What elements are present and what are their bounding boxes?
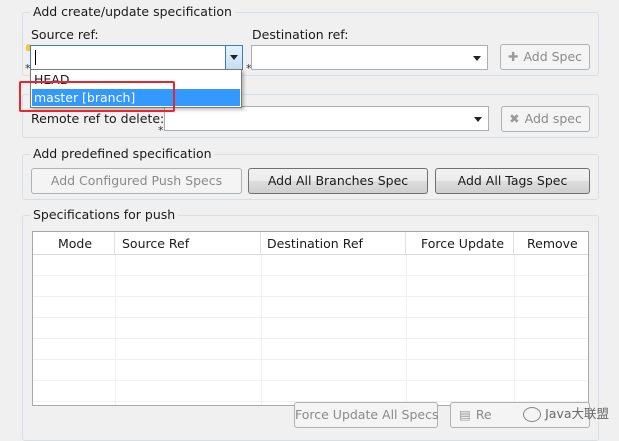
- text-cursor: [35, 50, 36, 65]
- table-header: Mode Source Ref Destination Ref Force Up…: [33, 232, 588, 255]
- push-specs-table[interactable]: Mode Source Ref Destination Ref Force Up…: [32, 231, 589, 406]
- source-ref-dropdown-button[interactable]: [225, 46, 242, 69]
- wechat-icon: [523, 407, 542, 422]
- source-ref-combo[interactable]: [30, 45, 243, 70]
- annotation-highlight-box: [19, 81, 175, 112]
- force-update-all-specs-button[interactable]: Force Update All Specs: [294, 402, 438, 428]
- chevron-down-icon: [474, 117, 482, 122]
- destination-ref-label: Destination ref:: [252, 27, 349, 42]
- remote-ref-combo[interactable]: [164, 106, 489, 131]
- table-row: [33, 255, 588, 276]
- remove-icon: ▤: [459, 407, 471, 422]
- add-delete-spec-button-label: Add spec: [524, 111, 582, 126]
- add-configured-push-specs-button[interactable]: Add Configured Push Specs: [31, 168, 242, 194]
- watermark: Java大联盟: [523, 403, 609, 422]
- watermark-text: Java大联盟: [545, 406, 609, 421]
- chevron-down-icon: [230, 55, 238, 60]
- specs-for-push-group-title: Specifications for push: [30, 207, 179, 222]
- remove-all-specs-button-label: Re: [475, 407, 492, 422]
- column-header-mode[interactable]: Mode: [33, 232, 115, 255]
- source-ref-label: Source ref:: [31, 27, 99, 42]
- table-row: [33, 297, 588, 318]
- remote-ref-required-marker: *: [158, 124, 164, 137]
- destination-required-marker: *: [246, 62, 252, 75]
- delete-x-icon: ✖: [509, 111, 520, 126]
- plus-icon: ✚: [507, 49, 519, 64]
- add-delete-spec-button[interactable]: ✖ Add spec: [501, 106, 590, 132]
- column-header-source-ref[interactable]: Source Ref: [115, 232, 261, 255]
- add-all-tags-spec-button[interactable]: Add All Tags Spec: [435, 168, 590, 194]
- table-row: [33, 360, 588, 381]
- remote-ref-label: Remote ref to delete:: [31, 111, 165, 126]
- column-header-destination-ref[interactable]: Destination Ref: [261, 232, 406, 255]
- add-spec-button[interactable]: ✚ Add Spec: [500, 44, 590, 70]
- column-header-force-update[interactable]: Force Update: [406, 232, 514, 255]
- table-row: [33, 381, 588, 402]
- table-row: [33, 339, 588, 360]
- destination-ref-combo[interactable]: [251, 45, 488, 70]
- predefined-spec-group-title: Add predefined specification: [30, 146, 215, 161]
- add-all-branches-spec-button[interactable]: Add All Branches Spec: [248, 168, 428, 194]
- chevron-down-icon: [473, 56, 481, 61]
- table-row: [33, 276, 588, 297]
- table-row: [33, 318, 588, 339]
- column-header-remove[interactable]: Remove: [514, 232, 588, 255]
- add-spec-group-title: Add create/update specification: [30, 4, 235, 19]
- add-spec-button-label: Add Spec: [523, 49, 583, 64]
